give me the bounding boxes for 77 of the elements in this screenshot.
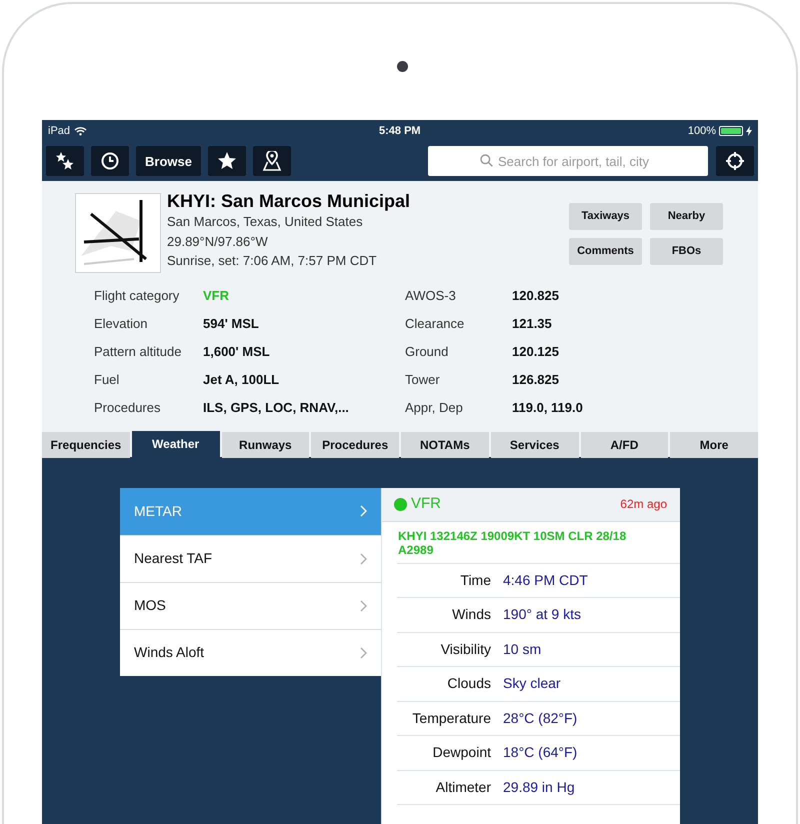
crosshair-icon bbox=[726, 152, 744, 170]
battery-percent: 100% bbox=[688, 124, 716, 139]
info-value: 120.825 bbox=[512, 287, 560, 306]
toolbar-button[interactable] bbox=[208, 146, 246, 176]
weather-label: Time bbox=[459, 570, 491, 590]
airport-detail: Sunrise, set: 7:06 AM, 7:57 PM CDT bbox=[167, 252, 378, 270]
tab[interactable]: Weather bbox=[132, 430, 220, 456]
weather-value: Sky clear bbox=[503, 674, 561, 694]
camera-icon bbox=[397, 61, 408, 72]
weather-value: 29.89 in Hg bbox=[503, 778, 575, 797]
charging-icon bbox=[746, 126, 752, 136]
airport-button[interactable]: Taxiways bbox=[569, 203, 642, 230]
star-icon bbox=[216, 151, 237, 172]
chevron-icon bbox=[360, 646, 367, 658]
info-label: Tower bbox=[405, 371, 441, 390]
toolbar-button[interactable] bbox=[46, 146, 84, 176]
airport-detail: San Marcos, Texas, United States bbox=[167, 213, 364, 232]
tab[interactable]: More bbox=[670, 432, 758, 458]
weather-label: Temperature bbox=[411, 708, 491, 728]
info-value: VFR bbox=[203, 287, 230, 306]
chevron-icon bbox=[360, 505, 367, 517]
info-label: Appr, Dep bbox=[405, 399, 464, 418]
info-value: 120.125 bbox=[512, 343, 560, 362]
info-label: Procedures bbox=[94, 399, 162, 418]
toolbar-button[interactable] bbox=[91, 146, 129, 176]
chevron-icon bbox=[360, 552, 367, 564]
tab[interactable]: NOTAMs bbox=[401, 432, 489, 458]
info-value: 594' MSL bbox=[203, 315, 260, 334]
metar-text: KHYI 132146Z 19009KT 10SM CLR 28/18 A2989 bbox=[397, 528, 628, 558]
toolbar-button[interactable] bbox=[252, 146, 291, 176]
locate-button[interactable] bbox=[716, 146, 754, 176]
report-age: 62m ago bbox=[620, 496, 667, 513]
search-icon bbox=[480, 154, 493, 168]
airport-name: KHYI: San Marcos Municipal bbox=[167, 190, 410, 212]
weather-label: Visibility bbox=[440, 640, 491, 659]
info-value: 121.35 bbox=[512, 315, 553, 334]
stars-icon bbox=[55, 151, 75, 172]
airport-detail: 29.89°N/97.86°W bbox=[167, 232, 269, 251]
info-label: Flight category bbox=[94, 287, 180, 306]
info-value: 119.0, 119.0 bbox=[512, 399, 584, 418]
weather-value: 190° at 9 kts bbox=[503, 605, 581, 624]
weather-label: Winds bbox=[451, 605, 491, 624]
info-label: Fuel bbox=[94, 371, 120, 390]
flight-category: VFR bbox=[411, 494, 441, 514]
info-value: ILS, GPS, LOC, RNAV,... bbox=[203, 399, 350, 418]
browse-button[interactable]: Browse bbox=[136, 146, 201, 176]
weather-value: 28°C (82°F) bbox=[503, 708, 578, 728]
weather-value: 10 sm bbox=[503, 640, 542, 659]
device-name: iPad bbox=[48, 124, 70, 139]
clock-icon bbox=[101, 152, 119, 170]
info-label: Pattern altitude bbox=[94, 343, 182, 362]
info-value: 126.825 bbox=[512, 371, 560, 390]
clock-time: 5:48 PM bbox=[379, 124, 421, 139]
info-label: Ground bbox=[405, 343, 450, 362]
weather-label: Clouds bbox=[446, 674, 491, 694]
tab[interactable]: Runways bbox=[222, 432, 310, 458]
search-field[interactable]: Search for airport, tail, city bbox=[428, 146, 708, 176]
map-pin-icon bbox=[262, 151, 282, 172]
airport-button[interactable]: FBOs bbox=[650, 238, 723, 266]
tab[interactable]: Frequencies bbox=[42, 432, 130, 458]
weather-label: Dewpoint bbox=[432, 743, 491, 762]
info-label: Clearance bbox=[405, 315, 466, 334]
wifi-icon bbox=[74, 126, 88, 136]
info-value: Jet A, 100LL bbox=[203, 371, 280, 390]
chevron-icon bbox=[360, 600, 367, 612]
battery-icon bbox=[719, 126, 743, 136]
weather-label: Altimeter bbox=[434, 778, 491, 797]
tab[interactable]: Procedures bbox=[311, 432, 399, 458]
airport-button[interactable]: Nearby bbox=[650, 203, 723, 230]
tab[interactable]: A/FD bbox=[580, 432, 668, 458]
info-label: Elevation bbox=[94, 315, 148, 334]
airport-button[interactable]: Comments bbox=[569, 238, 642, 266]
weather-value: 4:46 PM CDT bbox=[503, 570, 588, 590]
tab[interactable]: Services bbox=[490, 432, 578, 458]
weather-value: 18°C (64°F) bbox=[503, 743, 578, 762]
info-value: 1,600' MSL bbox=[203, 343, 271, 362]
info-label: AWOS-3 bbox=[405, 287, 457, 306]
